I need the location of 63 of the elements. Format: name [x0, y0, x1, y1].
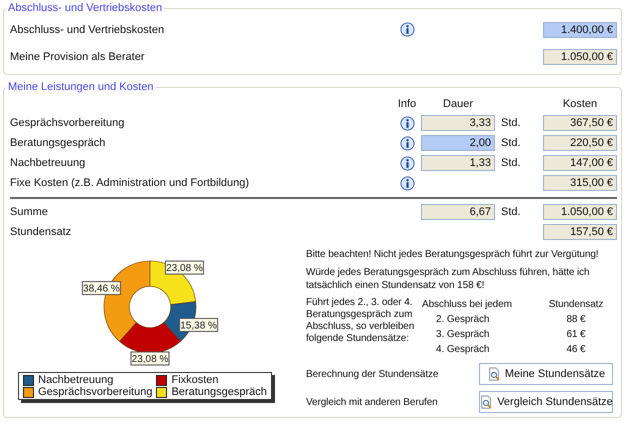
note-text: Führt jedes 2., 3. oder 4. Beratungsgespräch zum Abschluss, so verbleiben folgende Stundensätze:: [306, 297, 416, 346]
report-button[interactable]: Meine Stundensätze: [479, 363, 613, 385]
action-label: Vergleich mit anderen Berufen: [306, 396, 438, 408]
column-header: Abschluss bei jedem: [422, 299, 513, 310]
row-label: Fixe Kosten (z.B. Administration und Fortbildung): [10, 177, 250, 189]
column-header: Stundensatz: [548, 299, 604, 310]
data-label: 23,08 %: [164, 260, 204, 275]
legend-label: Fixkosten: [171, 374, 219, 386]
data-label: 23,08 %: [130, 351, 170, 366]
legend-label: Beratungsgespräch: [171, 386, 267, 398]
table-cell-text: 61 €: [565, 329, 587, 340]
legend-label: Nachbetreuung: [38, 374, 114, 386]
duration-field[interactable]: 3,33: [421, 115, 495, 131]
duration-field[interactable]: 1,33: [421, 155, 495, 171]
section-title: Abschluss- und Vertriebskosten: [7, 2, 164, 14]
row-label: Beratungsgespräch: [10, 137, 106, 149]
info-icon[interactable]: [400, 156, 414, 170]
info-icon[interactable]: [400, 136, 414, 150]
duration-field[interactable]: 6,67: [421, 204, 495, 220]
unit-label: Std.: [501, 206, 521, 218]
cost-field[interactable]: 220,50 €: [543, 135, 617, 151]
data-label: 38,46 %: [83, 284, 120, 295]
cost-field[interactable]: 1.050,00 €: [543, 204, 617, 220]
amount-field[interactable]: 1.050,00 €: [543, 48, 617, 64]
info-icon[interactable]: [400, 22, 414, 37]
duration-field[interactable]: 2,00: [421, 135, 495, 151]
column-header: Info: [396, 98, 418, 110]
row-label: Meine Provision als Berater: [10, 50, 146, 62]
column-header: Kosten: [562, 98, 598, 110]
row-label: Gesprächsvorbereitung: [10, 117, 126, 129]
data-label: 15,38 %: [179, 318, 218, 332]
row-label: Nachbetreuung: [10, 157, 86, 169]
cost-field[interactable]: 147,00 €: [543, 155, 617, 171]
row-label: Abschluss- und Vertriebskosten: [10, 24, 166, 36]
cost-field[interactable]: 367,50 €: [543, 115, 617, 131]
table-cell-text: 4. Gespräch: [435, 344, 490, 355]
note-text: Würde jedes Beratungsgespräch zum Abschluss führen, hätte ich tatsächlich einen Stundensatz von 158 €!: [306, 266, 591, 292]
unit-label: Std.: [501, 137, 521, 149]
table-cell-text: 3. Gespräch: [435, 329, 490, 340]
action-label: Berechnung der Stundensätze: [306, 368, 438, 380]
document-magnifier-icon: [486, 367, 501, 381]
amount-field[interactable]: 1.400,00 €: [543, 22, 617, 38]
document-magnifier-icon: [479, 395, 494, 409]
data-label: 23,08 %: [132, 354, 168, 365]
table-cell-text: 2. Gespräch: [435, 314, 490, 325]
row-label: Summe: [10, 206, 49, 218]
data-label: 23,08 %: [166, 263, 203, 274]
info-icon[interactable]: [400, 176, 414, 190]
table-cell-text: 88 €: [565, 314, 587, 325]
note-text: Bitte beachten! Nicht jedes Beratungsgespräch führt zur Vergütung!: [306, 248, 600, 261]
data-label: 38,46 %: [82, 281, 121, 296]
cost-field[interactable]: 157,50 €: [543, 224, 617, 240]
table-cell-text: 46 €: [565, 344, 587, 355]
data-label: 15,38 %: [180, 320, 218, 332]
section-title: Meine Leistungen und Kosten: [7, 81, 155, 93]
cost-field[interactable]: 315,00 €: [543, 175, 617, 191]
info-icon[interactable]: [400, 116, 414, 130]
unit-label: Std.: [501, 157, 521, 169]
column-header: Dauer: [442, 98, 474, 110]
row-label: Stundensatz: [10, 226, 72, 238]
unit-label: Std.: [501, 117, 521, 129]
legend-label: Gesprächsvorbereitung: [38, 386, 152, 398]
report-button[interactable]: Vergleich Stundensätze: [479, 391, 613, 413]
